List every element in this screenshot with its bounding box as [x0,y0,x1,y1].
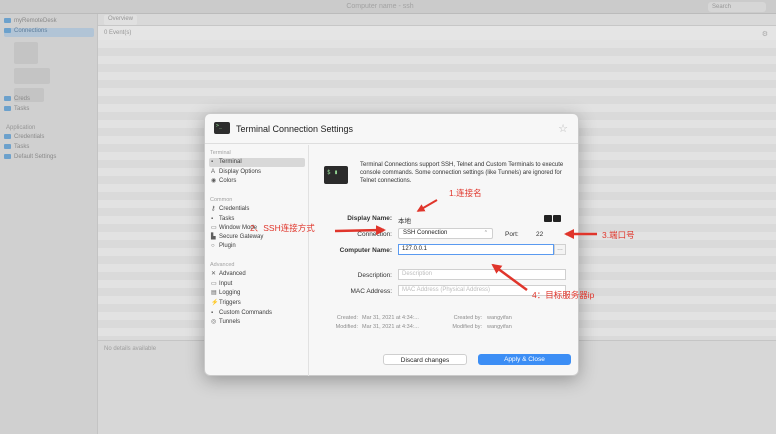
grid-icon[interactable] [553,215,561,222]
connection-label: Connection: [357,231,392,238]
browse-button[interactable]: … [554,244,566,255]
nav-item-colors[interactable]: ◉ Colors [209,177,305,186]
port-field[interactable]: 22 [536,231,543,238]
created-label: Created: [336,315,358,321]
palette-icon: ◉ [211,178,217,184]
plugin-icon: ○ [211,243,215,249]
nav-header-common: Common [210,197,233,203]
log-icon: ▤ [211,290,217,296]
nav-header-terminal: Terminal [210,150,231,156]
mac-address-label: MAC Address: [350,288,392,295]
modified-label: Modified: [335,324,358,330]
annotation-port: 3.端口号 [602,230,635,240]
tools-icon: ✕ [211,271,217,277]
computer-name-label: Computer Name: [339,247,392,254]
computer-name-input[interactable]: 127.0.0.1 [398,244,554,255]
settings-body: $ ▮ Terminal Connections support SSH, Te… [310,145,578,376]
created-by-value: wangyifan [487,315,512,321]
terminal-large-icon: $ ▮ [324,166,348,184]
gateway-icon: ▙ [211,234,216,240]
nav-item-triggers[interactable]: ⚡Triggers [209,299,305,308]
port-label: Port: [505,231,519,238]
command-icon: ▪ [211,310,214,316]
nav-item-credentials[interactable]: ⚷ Credentials [209,205,305,214]
dialog-header: >_ Terminal Connection Settings ☆ [205,114,578,144]
connection-description: Terminal Connections support SSH, Telnet… [360,162,564,184]
modified-by-value: wangyifan [487,324,512,330]
nav-header-advanced: Advanced [210,262,235,268]
nav-item-display-options[interactable]: A Display Options [209,168,305,177]
terminal-icon: >_ [214,122,230,134]
font-icon: A [211,169,216,175]
toggle-icon[interactable] [544,215,552,222]
star-icon[interactable]: ☆ [558,122,568,135]
nav-item-terminal[interactable]: ▪ Terminal [209,158,305,167]
apply-close-button[interactable]: Apply & Close [478,354,571,365]
key-icon: ⚷ [211,206,216,212]
terminal-settings-dialog: >_ Terminal Connection Settings ☆ Termin… [204,113,579,376]
modified-value: Mar 31, 2021 at 4:34:... [362,324,419,330]
nav-item-advanced[interactable]: ✕ Advanced [209,270,305,279]
terminal-icon: ▪ [211,159,214,165]
nav-item-logging[interactable]: ▤ Logging [209,289,305,298]
chevron-updown-icon: ⌃ [483,230,488,236]
description-label: Description: [357,272,392,279]
created-by-label: Created by: [453,315,482,321]
display-name-value[interactable]: 本地 [398,215,411,225]
annotation-ssh-method: 2、SSH连接方式 [250,223,315,233]
settings-nav: Terminal ▪ Terminal A Display Options ◉ Col… [205,145,309,376]
nav-item-input[interactable]: ▭ Input [209,280,305,289]
nav-item-secure-gateway[interactable]: ▙ Secure Gateway [209,233,305,242]
tunnel-icon: ◎ [211,319,217,325]
annotation-target-ip: 4：目标服务器ip [532,290,595,300]
dialog-title: Terminal Connection Settings [236,124,354,134]
created-value: Mar 31, 2021 at 4:34:... [362,315,419,321]
trigger-icon: ⚡ [211,300,219,306]
connection-type-select[interactable]: SSH Connection ⌃ [398,228,493,239]
annotation-connection-name: 1.连接名 [449,188,482,198]
window-icon: ▭ [211,225,217,231]
modified-by-label: Modified by: [452,324,482,330]
nav-item-custom-commands[interactable]: ▪ Custom Commands [209,309,305,318]
description-input[interactable]: Description [398,269,566,280]
keyboard-icon: ▭ [211,281,217,287]
display-name-label: Display Name: [347,215,392,222]
nav-item-tunnels[interactable]: ◎ Tunnels [209,318,305,327]
tasks-icon: ▪ [211,216,214,222]
discard-changes-button[interactable]: Discard changes [383,354,467,365]
nav-item-plugin[interactable]: ○ Plugin [209,242,305,251]
